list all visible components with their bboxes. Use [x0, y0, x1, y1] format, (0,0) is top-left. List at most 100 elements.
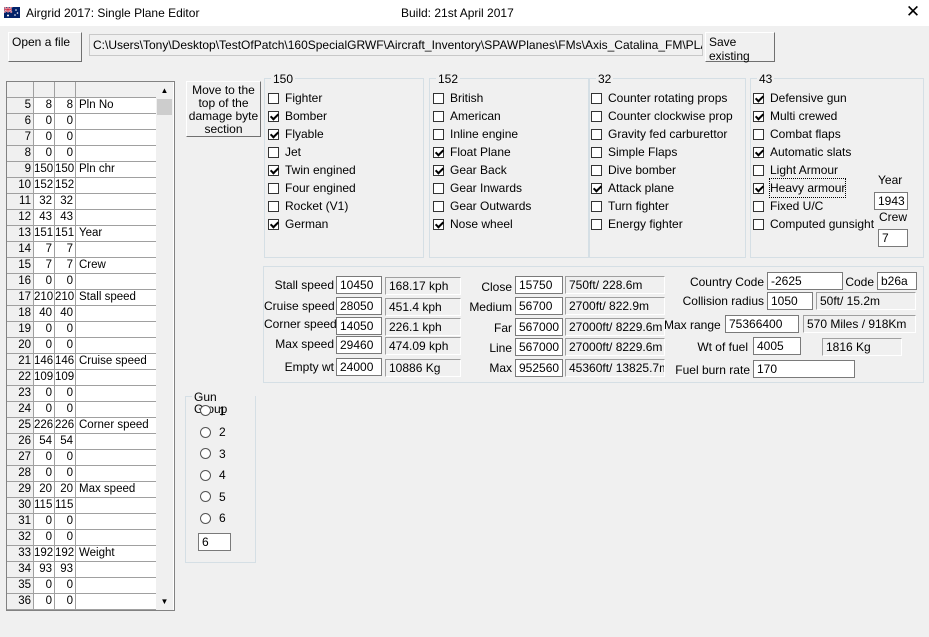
table-row[interactable]: 26 54 54	[7, 434, 174, 450]
corner-speed-input[interactable]: 14050	[336, 317, 382, 335]
checkbox-turn-fighter[interactable]: Turn fighter	[591, 197, 733, 215]
checkbox-energy-fighter[interactable]: Energy fighter	[591, 215, 733, 233]
display-value-cell[interactable]: 150	[55, 162, 76, 178]
cruise-speed-input[interactable]: 28050	[336, 297, 382, 315]
radio-icon[interactable]	[200, 448, 211, 460]
unchecked-checkbox-icon[interactable]	[433, 92, 444, 104]
unchecked-checkbox-icon[interactable]	[591, 146, 602, 158]
byte-value-cell[interactable]: 40	[34, 306, 55, 322]
unchecked-checkbox-icon[interactable]	[433, 182, 444, 194]
field-name-cell[interactable]: Max speed	[76, 482, 156, 498]
unchecked-checkbox-icon[interactable]	[753, 128, 764, 140]
field-name-cell[interactable]	[76, 402, 156, 418]
display-value-cell[interactable]: 43	[55, 210, 76, 226]
checkbox-nose-wheel[interactable]: Nose wheel	[433, 215, 531, 233]
display-value-cell[interactable]: 192	[55, 546, 76, 562]
gun-group-radio-4[interactable]: 4	[200, 465, 226, 487]
gun-group-radio-6[interactable]: 6	[200, 508, 226, 530]
table-row[interactable]: 19 0 0	[7, 322, 174, 338]
range-close-input[interactable]: 15750	[515, 276, 563, 294]
display-value-cell[interactable]: 226	[55, 418, 76, 434]
radio-icon[interactable]	[200, 405, 211, 417]
display-value-cell[interactable]: 20	[55, 482, 76, 498]
byte-value-cell[interactable]: 0	[34, 530, 55, 546]
open-file-button[interactable]: Open a file	[8, 32, 82, 62]
byte-value-cell[interactable]: 8	[34, 98, 55, 114]
table-row[interactable]: 11 32 32	[7, 194, 174, 210]
checkbox-float-plane[interactable]: Float Plane	[433, 143, 531, 161]
checkbox-rocket-v1[interactable]: Rocket (V1)	[268, 197, 356, 215]
field-name-cell[interactable]	[76, 274, 156, 290]
gun-group-radio-5[interactable]: 5	[200, 486, 226, 508]
scroll-up-icon[interactable]: ▲	[156, 82, 173, 99]
checkbox-automatic-slats[interactable]: Automatic slats	[753, 143, 874, 161]
checkbox-heavy-armour[interactable]: Heavy armour	[753, 177, 874, 199]
unchecked-checkbox-icon[interactable]	[268, 146, 279, 158]
byte-value-cell[interactable]: 0	[34, 578, 55, 594]
save-existing-button[interactable]: Save existing	[705, 32, 775, 63]
byte-value-cell[interactable]: 93	[34, 562, 55, 578]
display-value-cell[interactable]: 54	[55, 434, 76, 450]
display-value-cell[interactable]: 0	[55, 450, 76, 466]
field-name-cell[interactable]	[76, 578, 156, 594]
field-name-cell[interactable]: Pln No	[76, 98, 156, 114]
checkbox-four-engined[interactable]: Four engined	[268, 179, 356, 197]
byte-value-cell[interactable]: 0	[34, 450, 55, 466]
table-row[interactable]: 27 0 0	[7, 450, 174, 466]
table-row[interactable]: 30 115 115	[7, 498, 174, 514]
checked-checkbox-icon[interactable]	[753, 146, 764, 158]
table-row[interactable]: 600	[7, 114, 174, 130]
field-name-cell[interactable]: Year	[76, 226, 156, 242]
field-name-cell[interactable]	[76, 194, 156, 210]
byte-value-cell[interactable]: 0	[34, 130, 55, 146]
byte-value-cell[interactable]: 226	[34, 418, 55, 434]
radio-icon[interactable]	[200, 469, 211, 481]
scroll-thumb[interactable]	[157, 99, 172, 115]
byte-value-cell[interactable]: 151	[34, 226, 55, 242]
table-row[interactable]: 34 93 93	[7, 562, 174, 578]
field-name-cell[interactable]	[76, 370, 156, 386]
unchecked-checkbox-icon[interactable]	[591, 92, 602, 104]
field-name-cell[interactable]	[76, 498, 156, 514]
unchecked-checkbox-icon[interactable]	[433, 110, 444, 122]
checkbox-dive-bomber[interactable]: Dive bomber	[591, 161, 733, 179]
field-name-cell[interactable]	[76, 114, 156, 130]
grid-scrollbar[interactable]: ▲ ▼	[156, 82, 173, 610]
display-value-cell[interactable]: 0	[55, 130, 76, 146]
field-name-cell[interactable]	[76, 514, 156, 530]
table-row[interactable]: 35 0 0	[7, 578, 174, 594]
checkbox-defensive-gun[interactable]: Defensive gun	[753, 89, 874, 107]
checkbox-fixed-u-c[interactable]: Fixed U/C	[753, 197, 874, 215]
field-name-cell[interactable]: Cruise speed	[76, 354, 156, 370]
gun-group-radio-1[interactable]: 1	[200, 400, 226, 422]
byte-value-cell[interactable]: 20	[34, 482, 55, 498]
checkbox-jet[interactable]: Jet	[268, 143, 356, 161]
table-row[interactable]: 21 146 146 Cruise speed	[7, 354, 174, 370]
checked-checkbox-icon[interactable]	[268, 128, 279, 140]
checkbox-flyable[interactable]: Flyable	[268, 125, 356, 143]
field-name-cell[interactable]	[76, 242, 156, 258]
byte-value-cell[interactable]: 192	[34, 546, 55, 562]
display-value-cell[interactable]: 151	[55, 226, 76, 242]
byte-value-cell[interactable]: 146	[34, 354, 55, 370]
byte-value-cell[interactable]: 115	[34, 498, 55, 514]
checkbox-inline-engine[interactable]: Inline engine	[433, 125, 531, 143]
checked-checkbox-icon[interactable]	[591, 182, 602, 194]
unchecked-checkbox-icon[interactable]	[433, 128, 444, 140]
byte-value-cell[interactable]: 0	[34, 338, 55, 354]
field-name-cell[interactable]	[76, 338, 156, 354]
table-row[interactable]: 36 0 0	[7, 594, 174, 610]
table-row[interactable]: 800	[7, 146, 174, 162]
table-row[interactable]: 24 0 0	[7, 402, 174, 418]
field-name-cell[interactable]: Pln chr	[76, 162, 156, 178]
gun-group-input[interactable]: 6	[198, 533, 231, 551]
display-value-cell[interactable]: 0	[55, 146, 76, 162]
table-row[interactable]: 33 192 192 Weight	[7, 546, 174, 562]
display-value-cell[interactable]: 8	[55, 98, 76, 114]
unchecked-checkbox-icon[interactable]	[753, 200, 764, 212]
byte-value-cell[interactable]: 0	[34, 466, 55, 482]
display-value-cell[interactable]: 32	[55, 194, 76, 210]
table-row[interactable]: 31 0 0	[7, 514, 174, 530]
unchecked-checkbox-icon[interactable]	[591, 110, 602, 122]
table-row[interactable]: 5 8 8 Pln No	[7, 98, 174, 114]
